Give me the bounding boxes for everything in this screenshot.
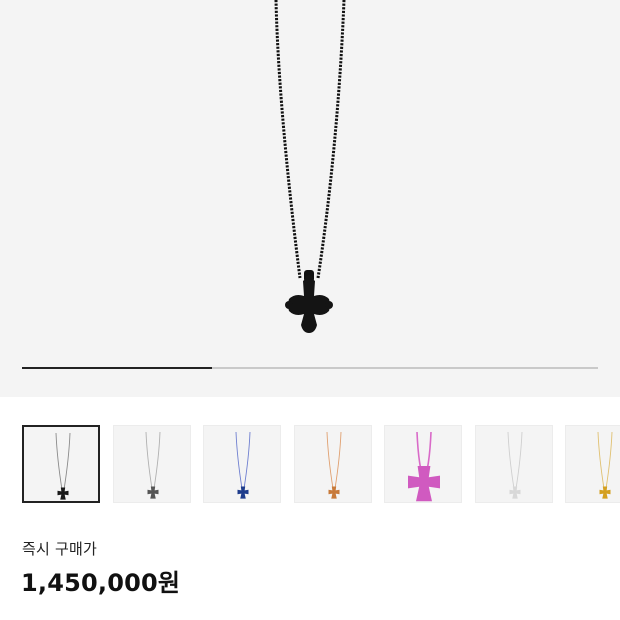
thumbnail-black[interactable] <box>22 425 100 503</box>
necklace-thumbnail-icon <box>507 431 522 499</box>
gallery-progress-fill <box>22 367 213 369</box>
necklace-thumbnail-icon <box>326 431 341 499</box>
necklace-thumbnail-icon <box>55 432 71 500</box>
thumbnail-white[interactable] <box>474 425 553 503</box>
thumbnail-pink[interactable] <box>384 425 462 503</box>
thumbnail-orange[interactable] <box>293 425 372 503</box>
product-image-area[interactable] <box>0 0 620 397</box>
gallery-progress-bar <box>22 367 598 369</box>
thumbnail-blue[interactable] <box>203 425 281 503</box>
necklace-thumbnail-icon <box>145 431 160 499</box>
thumbnail-strip[interactable] <box>22 425 620 505</box>
necklace-thumbnail-icon <box>235 431 251 499</box>
thumbnail-yellow[interactable] <box>565 425 620 503</box>
thumbnail-gray[interactable] <box>112 425 191 503</box>
necklace-thumbnail-icon <box>597 431 613 499</box>
cross-pendant-necklace-icon <box>274 0 346 333</box>
instant-buy-label: 즉시 구매가 <box>22 540 97 558</box>
necklace-thumbnail-icon <box>408 431 440 502</box>
instant-buy-price: 1,450,000원 <box>21 569 181 597</box>
